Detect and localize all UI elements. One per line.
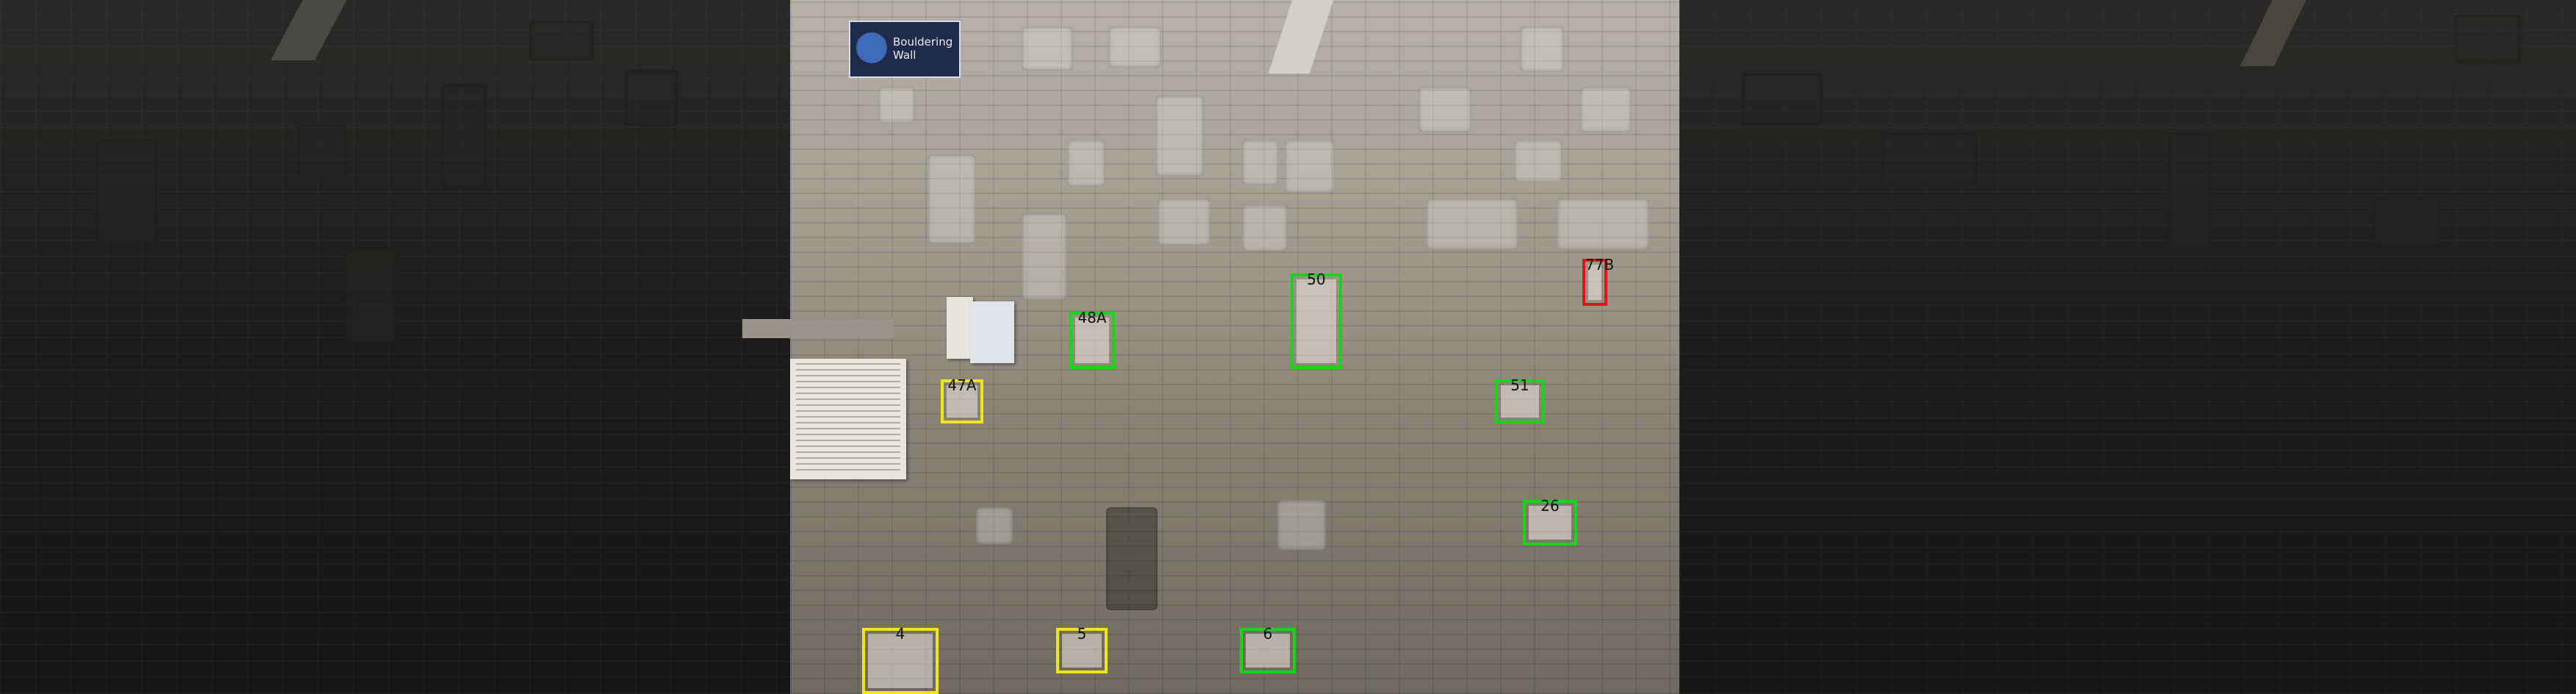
hold-label: 5 bbox=[1077, 625, 1087, 643]
hold-label: 6 bbox=[1263, 625, 1273, 643]
hold-box-5: 5 bbox=[1056, 625, 1108, 673]
climbing-hold bbox=[96, 140, 157, 243]
climbing-hold bbox=[1277, 500, 1326, 550]
climbing-hold bbox=[298, 125, 346, 179]
climbing-hold bbox=[1580, 87, 1632, 132]
hold-box-51: 51 bbox=[1495, 376, 1545, 423]
hold-label: 77B bbox=[1585, 256, 1615, 273]
wall-ledge bbox=[742, 319, 894, 338]
climbing-hold bbox=[1520, 26, 1564, 72]
rules-panel bbox=[790, 359, 906, 479]
hold-label: 4 bbox=[895, 625, 905, 643]
climbing-hold bbox=[1881, 132, 1977, 184]
climbing-hold bbox=[441, 85, 487, 187]
climbing-hold bbox=[1022, 26, 1073, 71]
climbing-hold bbox=[1067, 140, 1105, 187]
climbing-hold bbox=[1242, 204, 1288, 251]
climbing-hold bbox=[529, 21, 594, 60]
climbing-hold bbox=[1557, 198, 1649, 250]
climbing-hold bbox=[976, 507, 1013, 544]
climbing-hold bbox=[1426, 198, 1518, 250]
climbing-hold bbox=[625, 70, 678, 126]
climbing-hold bbox=[1106, 507, 1158, 610]
climbing-hold bbox=[2455, 15, 2521, 63]
sign-title: Bouldering Wall bbox=[893, 35, 953, 62]
hold-box-77b: 77B bbox=[1582, 256, 1615, 306]
brick-wall-center bbox=[790, 0, 1679, 694]
climbing-hold bbox=[2374, 198, 2440, 247]
hold-box-50: 50 bbox=[1291, 271, 1342, 369]
climbing-hold bbox=[345, 248, 397, 344]
bouldering-wall-sign: Bouldering Wall bbox=[849, 21, 961, 78]
hold-label: 51 bbox=[1510, 376, 1529, 394]
climbing-hold bbox=[878, 87, 915, 124]
hold-box-4: 4 bbox=[862, 625, 939, 694]
bouldering-wall-photo: Bouldering Wall 47A 48A 50 77B 51 26 4 5… bbox=[0, 0, 2576, 694]
hold-label: 48A bbox=[1077, 309, 1107, 326]
climbing-hold bbox=[2168, 132, 2211, 250]
climbing-hold bbox=[1418, 87, 1471, 132]
hold-label: 47A bbox=[947, 376, 977, 394]
climbing-hold bbox=[1742, 74, 1823, 125]
climbing-hold bbox=[1158, 198, 1210, 246]
hold-box-48a: 48A bbox=[1069, 309, 1115, 369]
sign-logo-icon bbox=[856, 32, 887, 63]
hold-label: 50 bbox=[1307, 271, 1326, 288]
climbing-hold bbox=[1242, 140, 1279, 185]
hold-box-26: 26 bbox=[1523, 497, 1577, 545]
hold-box-47a: 47A bbox=[941, 376, 983, 423]
climbing-hold bbox=[1108, 26, 1161, 68]
hold-label: 26 bbox=[1540, 497, 1560, 515]
climbing-hold bbox=[1285, 140, 1335, 193]
climbing-hold bbox=[928, 154, 976, 244]
notice-card bbox=[947, 297, 973, 359]
climbing-hold bbox=[1022, 213, 1067, 300]
hold-box-6: 6 bbox=[1240, 625, 1296, 673]
climbing-hold bbox=[1514, 140, 1563, 182]
climbing-hold bbox=[1155, 96, 1204, 176]
info-card bbox=[970, 301, 1014, 363]
